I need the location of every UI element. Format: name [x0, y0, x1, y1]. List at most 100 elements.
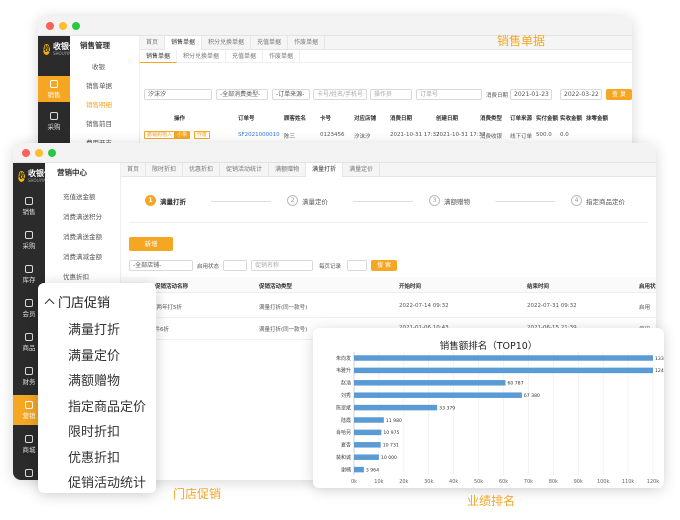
table-cell: 启用	[639, 305, 651, 311]
tag-icon	[25, 332, 33, 341]
submenu-item-0[interactable]: 充值送金额	[63, 191, 96, 201]
column-header: 实付金额	[536, 116, 559, 122]
column-header: 创建日期	[436, 116, 459, 122]
tab-4[interactable]: 作废单据	[288, 35, 326, 50]
submenu-item-3[interactable]: 消费满减金额	[63, 251, 102, 261]
page-size-select[interactable]	[347, 260, 367, 271]
add-button[interactable]: 新增	[129, 237, 173, 251]
close-dot[interactable]	[46, 22, 54, 30]
category-label: 谢楠	[341, 466, 351, 473]
category-label: 夏杏	[341, 442, 351, 449]
ranking-chart-window: 销售额排名（TOP10） 0k 10k 20k 30k 40k 50k 60k 70k 80k 9…	[313, 328, 664, 488]
sidebar-item-1[interactable]: 采购	[38, 108, 70, 134]
x-tick-label: 20k	[399, 479, 408, 485]
sidebar-item-1[interactable]: 采购	[13, 225, 45, 255]
step-2[interactable]: 3 满额赠物	[429, 195, 470, 206]
card-search-input[interactable]: 卡号/姓名/手机号	[313, 89, 367, 100]
category-label: 陆霞	[341, 417, 351, 424]
zoom-menu-item-5[interactable]: 优惠折扣	[68, 447, 120, 466]
value-label: 60 787	[507, 381, 523, 387]
search-button[interactable]: 搜 索	[371, 260, 397, 271]
submenu-item-2[interactable]: 销售明细	[86, 99, 112, 109]
column-header: 启用状态	[639, 284, 656, 290]
step-label: 满额赠物	[444, 197, 470, 206]
tab-3[interactable]: 充值单据	[251, 35, 289, 50]
zoom-menu-item-4[interactable]: 限时折扣	[68, 421, 120, 440]
close-dot[interactable]	[22, 149, 30, 157]
zoom-menu-item-6[interactable]: 促销活动统计	[68, 472, 146, 491]
category-label: 韦雅升	[336, 367, 351, 374]
minimize-dot[interactable]	[59, 22, 67, 30]
minimize-dot[interactable]	[35, 149, 43, 157]
tab-4[interactable]: 满额赠物	[269, 162, 307, 177]
consume-type-select[interactable]: -全部消费类型-	[216, 89, 268, 100]
sidebar-item-0[interactable]: 销售	[13, 191, 45, 221]
step-3[interactable]: 4 指定商品定价	[571, 195, 625, 206]
sales-doc-content: 首页 销售单据 积分兑换单据 充值单据 作废单据 汐沫汐 -全部消费类型- -订单来源-…	[140, 35, 632, 156]
order-source-select[interactable]: -订单来源-	[272, 89, 310, 100]
maximize-dot[interactable]	[72, 22, 80, 30]
zoom-menu-item-0[interactable]: 满量打折	[68, 319, 120, 338]
row-action-tag[interactable]: 作废	[194, 131, 211, 139]
zoom-menu-item-3[interactable]: 指定商品定价	[68, 396, 146, 415]
bar-8	[354, 454, 379, 460]
tab-3[interactable]: 促销活动统计	[220, 162, 270, 177]
operator-input[interactable]: 操作员	[370, 89, 412, 100]
tab-2[interactable]: 积分兑换单据	[202, 35, 252, 50]
submenu-item-1[interactable]: 销售单据	[86, 80, 112, 90]
x-tick-label: 90k	[574, 479, 583, 485]
date-to-input[interactable]: 2022-03-22	[560, 89, 602, 100]
sales-submenu: 销售管理 收银销售单据销售明细销售前目费用开支	[70, 36, 140, 156]
submenu-item-3[interactable]: 销售前目	[86, 118, 112, 128]
tab-1[interactable]: 限时折扣	[146, 162, 184, 177]
value-label: 10 000	[381, 455, 397, 461]
submenu-item-1[interactable]: 消费满送积分	[63, 211, 102, 221]
value-label: 33 379	[439, 405, 455, 411]
bar-1	[354, 367, 653, 374]
submenu-item-2[interactable]: 消费满送金额	[63, 231, 102, 241]
report-icon	[25, 468, 33, 477]
tab-6[interactable]: 满量定价	[343, 162, 381, 177]
cart-icon	[50, 111, 58, 120]
store-select[interactable]: 汐沫汐	[144, 89, 212, 100]
step-0[interactable]: 1 满量打折	[145, 195, 186, 206]
step-label: 满量定价	[302, 197, 328, 206]
tab-1[interactable]: 销售单据	[165, 35, 203, 50]
submenu-item-0[interactable]: 收银	[92, 61, 105, 71]
tab-0[interactable]: 首页	[121, 162, 147, 177]
order-link[interactable]: SF2021000010	[238, 132, 280, 138]
row-action-tag[interactable]: 小票	[174, 131, 191, 139]
order-no-input[interactable]: 订单号	[416, 89, 482, 100]
status-select[interactable]	[223, 260, 247, 271]
submenu-item-4[interactable]: 优惠折扣	[63, 271, 89, 281]
category-label: 陈翠斌	[336, 404, 351, 411]
tab-0[interactable]: 首页	[140, 35, 166, 50]
cart-icon	[25, 230, 33, 239]
sub-tab-3[interactable]: 作废单据	[263, 50, 301, 63]
tab-2[interactable]: 优惠折扣	[183, 162, 221, 177]
bar-7	[354, 442, 381, 448]
x-tick-label: 80k	[549, 479, 558, 485]
promo-name-input[interactable]: 促销名称	[251, 260, 313, 271]
search-button[interactable]: 查 复	[606, 89, 632, 100]
zoom-menu-item-2[interactable]: 满额赠物	[68, 370, 120, 389]
x-tick-label: 40k	[449, 479, 458, 485]
sub-tab-2[interactable]: 充值单据	[226, 50, 264, 63]
user-icon	[25, 298, 33, 307]
sub-tab-1[interactable]: 积分兑换单据	[177, 50, 227, 63]
zoom-menu-item-1[interactable]: 满量定价	[68, 345, 120, 364]
cart-icon	[50, 79, 58, 88]
date-from-input[interactable]: 2021-01-23	[510, 89, 552, 100]
tab-5[interactable]: 满量打折	[306, 162, 344, 177]
zoom-menu-title[interactable]: 门店促销	[44, 292, 110, 311]
maximize-dot[interactable]	[48, 149, 56, 157]
step-1[interactable]: 2 满量定价	[287, 195, 328, 206]
value-label: 10 975	[383, 430, 399, 436]
sidebar-item-0[interactable]: 销售	[38, 76, 70, 102]
row-action-tag[interactable]: 撤销购物入	[144, 131, 176, 139]
tab-bar: 首页 销售单据 积分兑换单据 充值单据 作废单据	[140, 35, 632, 50]
store-select[interactable]: -全部店铺-	[129, 260, 193, 271]
value-label: 3 964	[366, 467, 379, 473]
column-header: 订单来源	[510, 116, 533, 122]
sub-tab-0[interactable]: 销售单据	[140, 50, 178, 63]
